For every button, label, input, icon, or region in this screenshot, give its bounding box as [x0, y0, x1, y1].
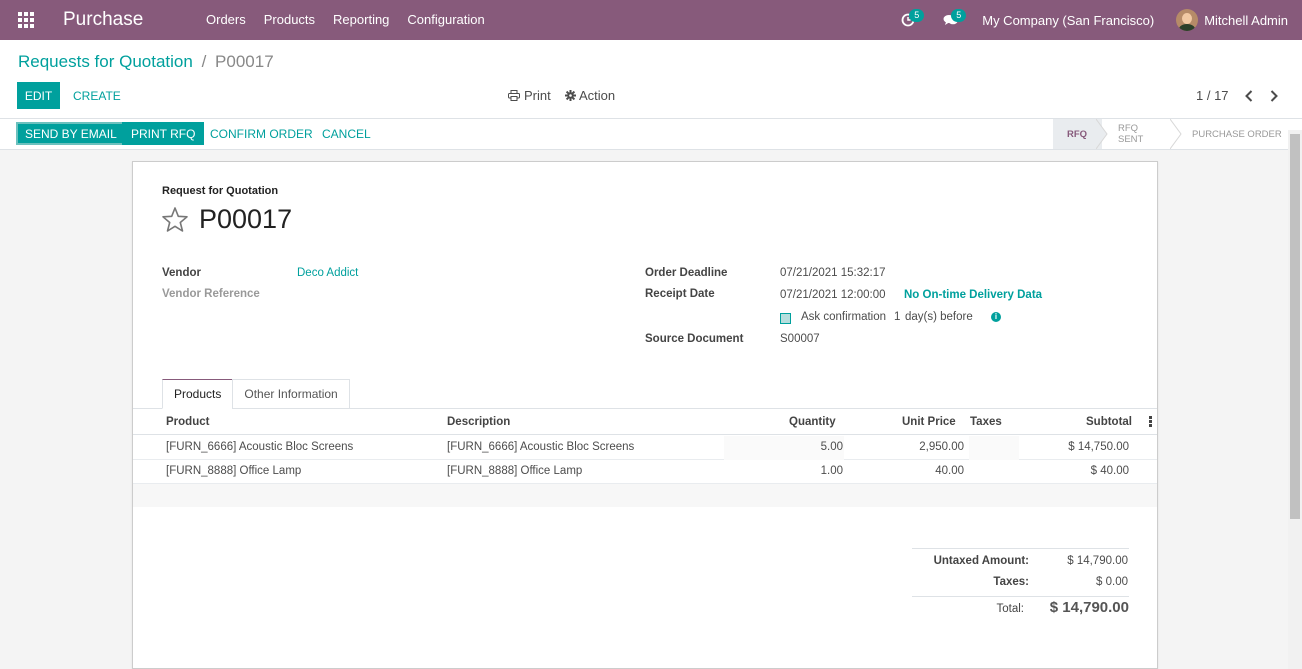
ask-confirmation-days: 1 — [894, 311, 901, 323]
cancel-button[interactable]: CANCEL — [320, 122, 373, 145]
info-icon[interactable]: i — [991, 312, 1001, 322]
app-title: Purchase — [63, 9, 144, 30]
ask-confirmation-label: Ask confirmation — [801, 311, 887, 323]
total-label: Total: — [996, 603, 1025, 615]
action-label: Action — [579, 88, 616, 103]
user-avatar[interactable] — [1176, 9, 1199, 31]
company-switcher[interactable]: My Company (San Francisco) — [982, 13, 1154, 28]
column-description[interactable]: Description — [447, 416, 510, 428]
breadcrumb-current: P00017 — [215, 52, 274, 71]
receipt-date-label: Receipt Date — [645, 288, 715, 300]
menu-orders[interactable]: Orders — [197, 0, 255, 40]
main-menu: Orders Products Reporting Configuration — [197, 0, 494, 40]
line-unit-price: 2,950.00 — [919, 441, 964, 453]
days-before-label: day(s) before — [905, 311, 973, 323]
on-time-delivery-link[interactable]: No On-time Delivery Data — [904, 289, 1042, 301]
scrollbar-thumb[interactable] — [1290, 134, 1300, 519]
form-statusbar: SEND BY EMAIL PRINT RFQ CONFIRM ORDER CA… — [0, 119, 1302, 150]
taxes-value: $ 0.00 — [1096, 576, 1128, 588]
print-rfq-button[interactable]: PRINT RFQ — [122, 122, 205, 145]
send-by-email-button[interactable]: SEND BY EMAIL — [16, 122, 126, 145]
tab-other-information[interactable]: Other Information — [232, 379, 350, 409]
order-lines-header: Product Description Quantity Unit Price … — [133, 409, 1157, 435]
line-subtotal: $ 14,750.00 — [1068, 441, 1129, 453]
stage-rfq: RFQ — [1053, 119, 1108, 149]
line-quantity: 5.00 — [820, 441, 843, 453]
notebook-tabs: Products Other Information — [162, 379, 350, 409]
form-sheet: Request for Quotation P00017 Vendor Deco… — [132, 161, 1158, 669]
stage-purchase-order: PURCHASE ORDER — [1192, 128, 1282, 140]
line-subtotal: $ 40.00 — [1090, 465, 1129, 477]
pager-previous-icon[interactable] — [1239, 82, 1259, 109]
top-navbar: Purchase Orders Products Reporting Confi… — [0, 0, 1302, 40]
line-product: [FURN_8888] Office Lamp — [166, 465, 302, 477]
source-document-value: S00007 — [780, 333, 820, 345]
apps-menu-icon[interactable] — [0, 0, 52, 40]
column-quantity[interactable]: Quantity — [789, 416, 836, 428]
line-product: [FURN_6666] Acoustic Bloc Screens — [166, 441, 354, 453]
column-taxes[interactable]: Taxes — [970, 416, 1002, 428]
column-product[interactable]: Product — [166, 416, 209, 428]
receipt-date-value: 07/21/2021 12:00:00 — [780, 289, 886, 301]
pager-next-icon[interactable] — [1264, 82, 1284, 109]
totals-divider — [912, 596, 1129, 597]
edit-button[interactable]: EDIT — [17, 82, 60, 109]
menu-products[interactable]: Products — [255, 0, 324, 40]
message-count-badge: 5 — [951, 9, 967, 22]
breadcrumb: Requests for Quotation / P00017 — [18, 52, 274, 72]
print-dropdown[interactable]: Print — [508, 82, 551, 109]
document-type-label: Request for Quotation — [162, 185, 279, 197]
totals-top-divider — [912, 548, 1129, 549]
menu-configuration[interactable]: Configuration — [398, 0, 493, 40]
line-unit-price: 40.00 — [935, 465, 964, 477]
column-subtotal[interactable]: Subtotal — [1086, 416, 1132, 428]
menu-reporting[interactable]: Reporting — [324, 0, 398, 40]
empty-row — [133, 484, 1157, 507]
activity-button[interactable]: 5 — [898, 0, 925, 40]
vendor-reference-label: Vendor Reference — [162, 288, 260, 300]
total-value: $ 14,790.00 — [1049, 599, 1129, 616]
vendor-link[interactable]: Deco Addict — [297, 267, 358, 279]
table-row[interactable]: [FURN_6666] Acoustic Bloc Screens [FURN_… — [133, 436, 1157, 460]
source-document-label: Source Document — [645, 333, 744, 345]
breadcrumb-separator: / — [201, 52, 207, 71]
table-row[interactable]: [FURN_8888] Office Lamp [FURN_8888] Offi… — [133, 460, 1157, 484]
column-unit-price[interactable]: Unit Price — [902, 416, 956, 428]
create-button[interactable]: CREATE — [73, 82, 121, 109]
stage-rfq-sent: RFQ SENT — [1102, 119, 1182, 149]
line-quantity: 1.00 — [820, 465, 843, 477]
document-name: P00017 — [199, 204, 293, 234]
order-deadline-value: 07/21/2021 15:32:17 — [780, 267, 886, 279]
untaxed-amount-label: Untaxed Amount: — [933, 555, 1029, 567]
messages-button[interactable]: 5 — [940, 0, 967, 40]
vertical-scrollbar[interactable] — [1288, 130, 1302, 669]
tab-products[interactable]: Products — [162, 379, 234, 409]
stage-pipeline: RFQ RFQ SENT PURCHASE ORDER — [1053, 119, 1302, 149]
ask-confirmation-checkbox[interactable] — [780, 313, 791, 324]
user-menu[interactable]: Mitchell Admin — [1204, 13, 1288, 28]
taxes-label: Taxes: — [993, 576, 1029, 588]
control-panel: Requests for Quotation / P00017 EDIT CRE… — [0, 40, 1302, 119]
line-description: [FURN_8888] Office Lamp — [447, 465, 583, 477]
line-description: [FURN_6666] Acoustic Bloc Screens — [447, 441, 635, 453]
print-label: Print — [524, 88, 551, 103]
printer-icon — [508, 90, 520, 101]
gear-icon — [565, 90, 576, 101]
confirm-order-button[interactable]: CONFIRM ORDER — [208, 122, 315, 145]
activity-count-badge: 5 — [909, 9, 925, 22]
breadcrumb-rfq-list-link[interactable]: Requests for Quotation — [18, 52, 193, 71]
action-dropdown[interactable]: Action — [565, 82, 615, 109]
pager-value[interactable]: 1 / 17 — [1196, 82, 1229, 109]
untaxed-amount-value: $ 14,790.00 — [1067, 555, 1128, 567]
order-deadline-label: Order Deadline — [645, 267, 728, 279]
optional-columns-icon[interactable] — [1149, 416, 1152, 428]
vendor-label: Vendor — [162, 267, 201, 279]
star-icon[interactable] — [161, 206, 189, 234]
